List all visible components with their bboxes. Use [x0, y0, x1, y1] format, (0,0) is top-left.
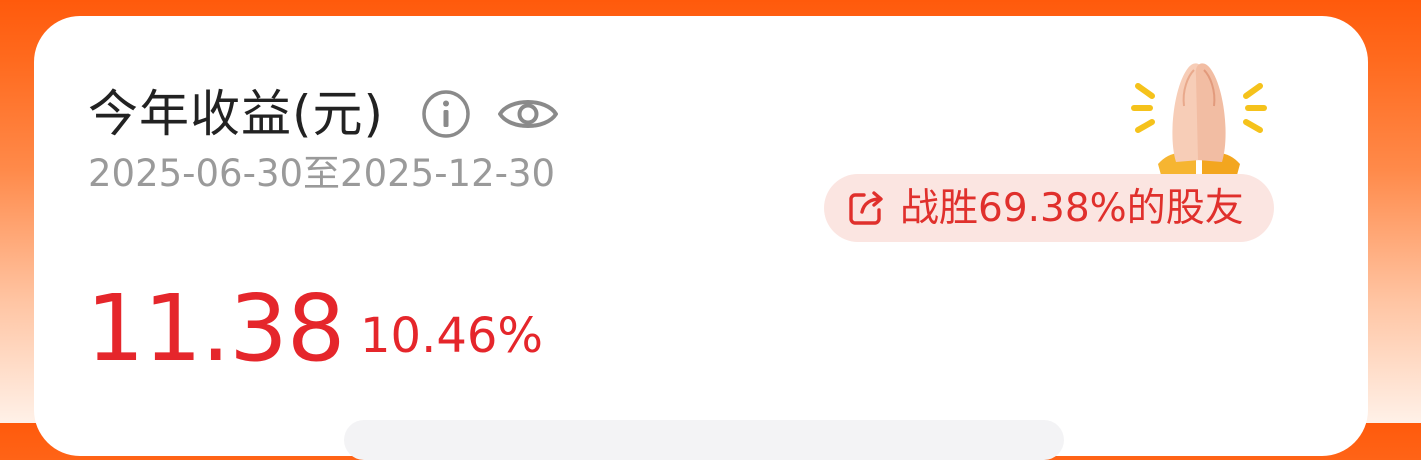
page-title: 今年收益(元): [88, 85, 385, 143]
share-icon: [846, 188, 886, 228]
bottom-tab-placeholder: [344, 420, 1064, 460]
earnings-percent: 10.46%: [360, 308, 544, 364]
date-range: 2025-06-30至2025-12-30: [88, 152, 556, 195]
beat-percentile-text: 战胜69.38%的股友: [900, 185, 1244, 231]
clapping-hands-icon: [1124, 46, 1274, 186]
eye-icon[interactable]: [496, 88, 560, 140]
earnings-card: 今年收益(元) 2025-06-30至2025-12-30 11.38 10.4…: [34, 16, 1368, 460]
beat-percentile-badge[interactable]: 战胜69.38%的股友: [824, 174, 1274, 242]
info-icon[interactable]: [420, 88, 472, 140]
earnings-amount: 11.38: [86, 275, 345, 382]
title-row: 今年收益(元): [88, 76, 560, 152]
